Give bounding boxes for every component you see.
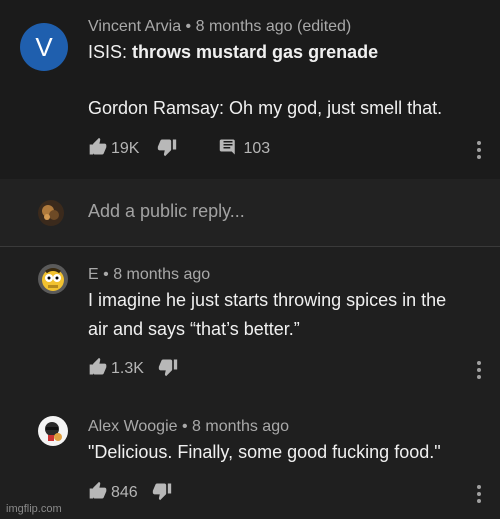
- avatar[interactable]: [38, 264, 68, 294]
- avatar[interactable]: V: [20, 23, 68, 71]
- like-count: 19K: [111, 140, 140, 157]
- top-comment: V Vincent Arvia • 8 months ago (edited) …: [0, 0, 500, 179]
- watermark: imgflip.com: [6, 503, 62, 515]
- comment-text-line2: air and says “that’s better.”: [88, 319, 300, 339]
- author-name[interactable]: E: [88, 266, 99, 283]
- comment-time[interactable]: 8 months ago: [113, 266, 210, 283]
- like-count: 1.3K: [111, 360, 144, 377]
- avatar[interactable]: [38, 416, 68, 446]
- comment-text-line1: I imagine he just starts throwing spices…: [88, 290, 447, 310]
- comment-meta: Vincent Arvia • 8 months ago (edited): [88, 18, 351, 36]
- meta-separator: •: [181, 418, 188, 435]
- more-vert-icon[interactable]: [477, 361, 481, 379]
- thumbs-up-icon[interactable]: [88, 357, 108, 382]
- comment-actions: 846: [88, 481, 172, 506]
- comment-prefix: ISIS:: [88, 42, 128, 62]
- thumbs-down-icon[interactable]: [152, 481, 172, 506]
- comment-text-line2: Gordon Ramsay: Oh my god, just smell tha…: [88, 98, 443, 118]
- comment-bold-text: throws mustard gas grenade: [132, 42, 379, 62]
- author-name[interactable]: Alex Woogie: [88, 418, 178, 435]
- comment-meta: E • 8 months ago: [88, 266, 210, 284]
- reply-input[interactable]: Add a public reply...: [88, 201, 245, 222]
- more-vert-icon[interactable]: [477, 485, 481, 503]
- thumbs-down-icon[interactable]: [158, 357, 178, 382]
- like-count: 846: [111, 484, 138, 501]
- comment-icon[interactable]: [219, 138, 237, 161]
- meta-separator: •: [103, 266, 109, 283]
- reply-box[interactable]: Add a public reply...: [0, 179, 500, 247]
- meta-separator: •: [185, 18, 192, 35]
- avatar: [38, 200, 64, 226]
- comment-text-line1: ISIS: throws mustard gas grenade: [88, 42, 378, 63]
- thumbs-up-icon[interactable]: [88, 481, 108, 506]
- comment-time[interactable]: 8 months ago: [192, 418, 289, 435]
- comment-text-line1: "Delicious. Finally, some good fucking f…: [88, 442, 441, 462]
- reply-count[interactable]: 103: [243, 140, 270, 158]
- more-vert-icon[interactable]: [477, 141, 481, 159]
- author-name[interactable]: Vincent Arvia: [88, 18, 181, 35]
- thumbs-up-icon[interactable]: [88, 137, 108, 162]
- comment-time[interactable]: 8 months ago (edited): [196, 18, 352, 35]
- comment-meta: Alex Woogie • 8 months ago: [88, 418, 289, 436]
- comment-actions: 19K 103: [88, 137, 270, 162]
- thumbs-down-icon[interactable]: [157, 137, 177, 162]
- comment-actions: 1.3K: [88, 357, 178, 382]
